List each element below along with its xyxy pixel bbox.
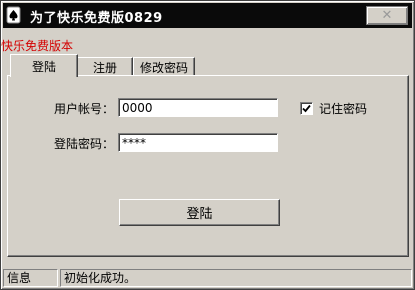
account-label: 用户帐号： [54, 102, 115, 116]
remember-password-label: 记住密码 [319, 102, 368, 116]
status-pane-message: 初始化成功。 [60, 269, 412, 287]
tab-label: 登陆 [31, 59, 56, 74]
tab-register[interactable]: 注册 [77, 57, 133, 77]
password-input[interactable]: **** [118, 133, 278, 152]
main-window: 为了快乐免费版0829 ✕ 快乐免费版本 注册 修改密码 登陆 用户帐号： 00… [0, 0, 415, 290]
close-button[interactable]: ✕ [366, 6, 408, 25]
tab-label: 注册 [92, 61, 117, 75]
account-input[interactable]: 0000 [118, 98, 278, 117]
tab-login[interactable]: 登陆 [10, 54, 78, 77]
checkmark-icon [302, 104, 311, 113]
login-panel: 用户帐号： 0000 记住密码 登陆密码： **** 登陆 [7, 75, 409, 257]
window-title: 为了快乐免费版0829 [30, 11, 163, 26]
password-label: 登陆密码： [54, 137, 115, 151]
status-bar: 信息 初始化成功。 [3, 269, 412, 287]
remember-password-checkbox[interactable] [300, 102, 313, 115]
login-button[interactable]: 登陆 [119, 199, 280, 226]
tab-change-password[interactable]: 修改密码 [133, 57, 195, 77]
playing-card-spade-icon [6, 6, 22, 24]
login-button-label: 登陆 [186, 207, 213, 222]
free-version-label: 快乐免费版本 [1, 39, 74, 53]
title-bar[interactable]: 为了快乐免费版0829 ✕ [3, 3, 412, 28]
status-pane-info: 信息 [3, 269, 58, 287]
close-icon: ✕ [381, 8, 393, 23]
tab-label: 修改密码 [139, 61, 188, 75]
